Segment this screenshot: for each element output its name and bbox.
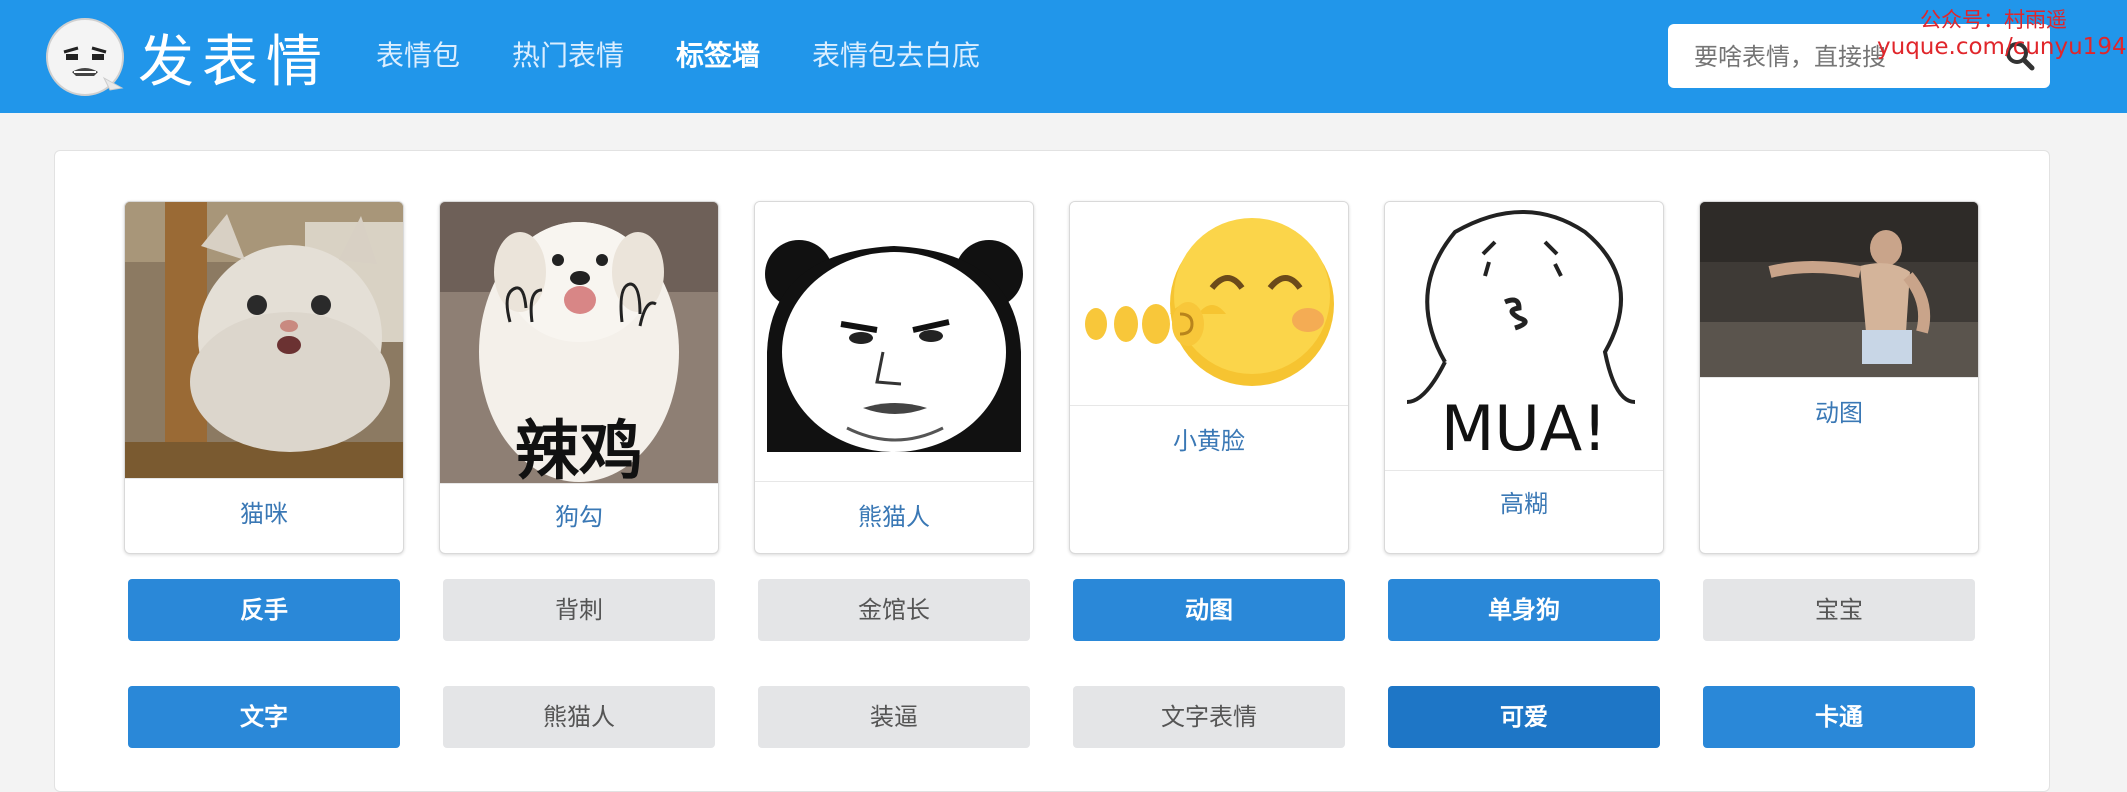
emoji-card-panda[interactable]: 熊猫人 [754,201,1034,554]
tag-backhand[interactable]: 反手 [128,579,400,641]
card-label: 高糊 [1500,490,1548,518]
mua-caption: MUA! [1440,392,1608,465]
nav-item-remove-background[interactable]: 表情包去白底 [812,32,980,80]
card-label: 熊猫人 [858,503,930,531]
yellow-kiss-face-image [1070,202,1348,405]
watermark-account: 公众号：村雨遥 [1920,8,2067,32]
card-label: 动图 [1815,399,1863,427]
cat-photo-image [125,202,403,478]
logo-face-icon [46,18,124,96]
emoji-card-dog[interactable]: 辣鸡 狗勾 [439,201,719,554]
emoji-card-yellow-face[interactable]: 小黄脸 [1069,201,1349,554]
main-nav: 表情包 热门表情 标签墙 表情包去白底 [376,32,1032,80]
panda-meme-image [755,202,1033,481]
tag-show-off[interactable]: 装逼 [758,686,1030,748]
card-label: 猫咪 [240,500,288,528]
watermark-url: yuque.com/cunyu1943 [1877,34,2127,60]
tag-single-dog[interactable]: 单身狗 [1388,579,1660,641]
card-label: 狗勾 [555,503,603,531]
tag-gif[interactable]: 动图 [1073,579,1345,641]
tag-baby[interactable]: 宝宝 [1703,579,1975,641]
emoji-card-gif[interactable]: 动图 [1699,201,1979,554]
card-label: 小黄脸 [1173,427,1245,455]
tag-text-emoji[interactable]: 文字表情 [1073,686,1345,748]
dog-caption: 辣鸡 [515,415,643,484]
tag-backstab[interactable]: 背刺 [443,579,715,641]
logo-text: 发表情 [138,29,330,95]
top-header: 发表情 表情包 热门表情 标签墙 表情包去白底 [0,0,2127,113]
emoji-card-cat[interactable]: 猫咪 [124,201,404,554]
tag-kim-director[interactable]: 金馆长 [758,579,1030,641]
nav-item-emoji-packs[interactable]: 表情包 [376,32,460,80]
tag-panda-man[interactable]: 熊猫人 [443,686,715,748]
emoji-card-mua[interactable]: MUA! 高糊 [1384,201,1664,554]
nav-item-tag-wall[interactable]: 标签墙 [676,32,760,80]
nav-item-hot[interactable]: 热门表情 [512,32,624,80]
tag-cute[interactable]: 可爱 [1388,686,1660,748]
tag-cartoon[interactable]: 卡通 [1703,686,1975,748]
site-logo[interactable]: 发表情 [44,14,330,100]
tag-text[interactable]: 文字 [128,686,400,748]
dancing-man-gif-image [1700,202,1978,377]
